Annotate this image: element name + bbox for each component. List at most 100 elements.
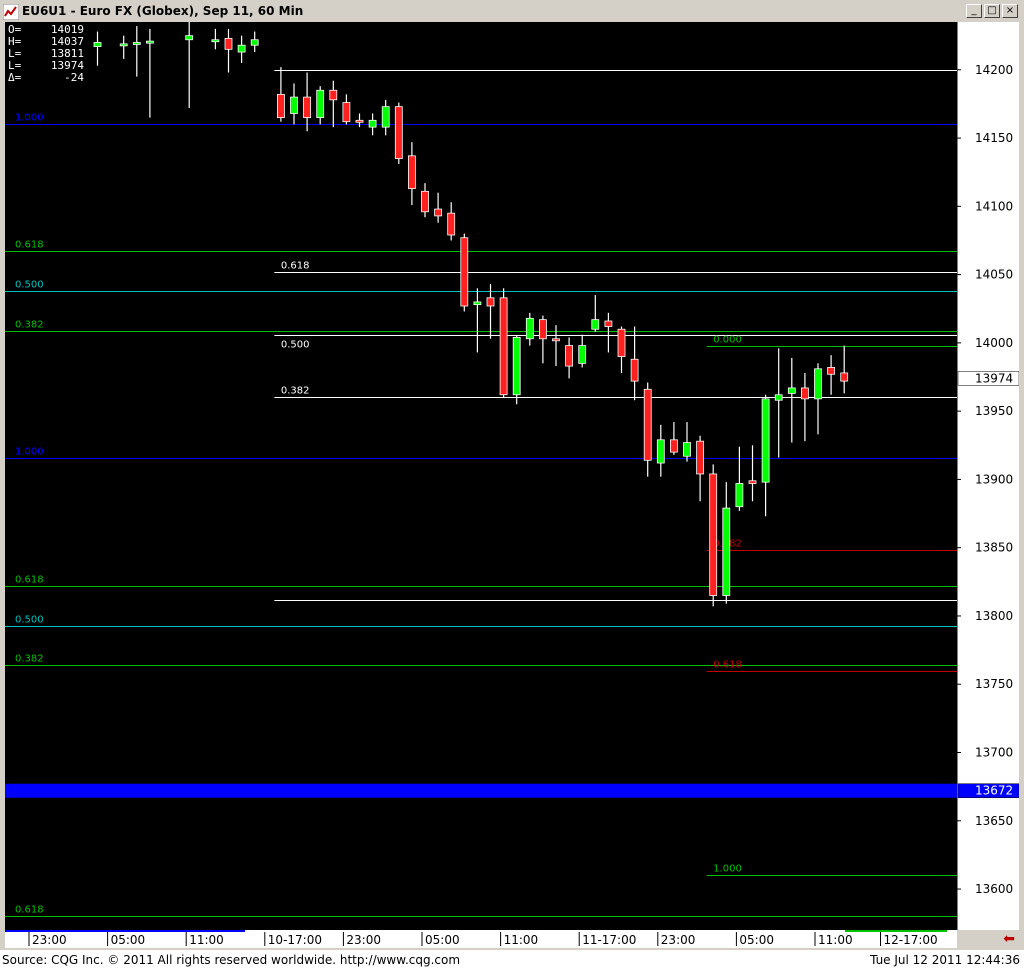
fib-level-label: 0.500 bbox=[281, 340, 310, 351]
time-tick-label: 05:00 bbox=[739, 933, 774, 947]
candle-body bbox=[342, 102, 351, 123]
candle-body bbox=[329, 89, 338, 101]
candle-body bbox=[394, 106, 403, 159]
status-datetime: Tue Jul 12 2011 12:44:36 bbox=[870, 953, 1020, 967]
price-tick-label: 14200 bbox=[975, 63, 1013, 77]
candlestick-chart: 1.000 0.618 0.500 0.382 1.000 0.618 0.500 0.382… bbox=[5, 22, 957, 917]
candle-body bbox=[290, 96, 298, 114]
price-tick-label: 14150 bbox=[975, 131, 1013, 145]
ohlc-row: Δ= -24 bbox=[8, 71, 84, 84]
price-tick-label: 13650 bbox=[975, 814, 1013, 828]
maximize-button[interactable]: □ bbox=[984, 4, 1000, 18]
candle-body bbox=[814, 368, 822, 400]
candle-body bbox=[722, 507, 731, 596]
candle-body bbox=[748, 480, 757, 484]
fib-level-label: 0.382 bbox=[281, 386, 310, 397]
session-bar bbox=[545, 930, 845, 932]
candle-body bbox=[591, 319, 600, 330]
time-tick-label: 12-17:00 bbox=[884, 933, 938, 947]
axis-corner: ⬅ bbox=[957, 930, 1019, 948]
candle-body bbox=[211, 39, 220, 43]
candle-body bbox=[840, 372, 849, 382]
candle-body bbox=[93, 42, 102, 47]
candle-body bbox=[696, 440, 704, 475]
candle-body bbox=[604, 320, 613, 327]
session-bar bbox=[845, 930, 947, 932]
candle-body bbox=[761, 398, 770, 483]
price-marker-band bbox=[5, 783, 957, 798]
time-axis[interactable]: 23:00 05:00 11:00 10-17:00 23:00 05:00 11:00 11… bbox=[5, 930, 957, 948]
price-tick-label: 13750 bbox=[975, 677, 1013, 691]
candle-body bbox=[237, 44, 246, 53]
chart-plot-area[interactable]: 1.000 0.618 0.500 0.382 1.000 0.618 0.500 0.382… bbox=[5, 22, 957, 930]
candle-body bbox=[434, 208, 443, 217]
time-tick-label: 05:00 bbox=[111, 933, 146, 947]
fib-level-label: 0.382 bbox=[15, 654, 44, 665]
candle-body bbox=[473, 301, 482, 306]
candle-body bbox=[447, 212, 456, 236]
candle-body bbox=[539, 319, 547, 340]
time-tick-label: 10-17:00 bbox=[268, 933, 322, 947]
fib-level-label: 0.618 bbox=[281, 261, 310, 272]
candle-body bbox=[630, 358, 639, 382]
candle-body bbox=[250, 39, 259, 46]
fib-level-label: 0.000 bbox=[713, 335, 742, 346]
source-credit: Source: CQG Inc. © 2011 All rights reser… bbox=[2, 953, 461, 967]
candle-body bbox=[499, 297, 508, 396]
time-tick-label: 11-17:00 bbox=[582, 933, 636, 947]
time-tick-label: 05:00 bbox=[425, 933, 460, 947]
candle-body bbox=[355, 119, 364, 123]
candle-body bbox=[578, 345, 587, 364]
window-titlebar: EU6U1 - Euro FX (Globex), Sep 11, 60 Min… bbox=[0, 0, 1024, 22]
cqg-app-icon bbox=[3, 4, 19, 20]
candle-body bbox=[276, 93, 285, 118]
candle-body bbox=[787, 387, 796, 394]
fib-level-label: 0.618 bbox=[15, 905, 44, 916]
price-tick-label: 14100 bbox=[975, 199, 1013, 213]
fib-level-label: 1.000 bbox=[713, 864, 742, 875]
fib-level-label: 0.500 bbox=[15, 280, 44, 291]
candle-body bbox=[670, 439, 678, 453]
price-tick-label: 13900 bbox=[975, 472, 1013, 486]
candle-body bbox=[709, 473, 718, 596]
price-flag-label: 13672 bbox=[975, 784, 1013, 798]
candle-body bbox=[421, 190, 429, 213]
price-tick-label: 13850 bbox=[975, 541, 1013, 555]
fib-level-label: 0.500 bbox=[15, 615, 44, 626]
candle-body bbox=[565, 345, 573, 367]
fib-level-label: 0.618 bbox=[15, 575, 44, 586]
candle-body bbox=[224, 37, 233, 50]
candle-body bbox=[460, 237, 469, 307]
candle-body bbox=[656, 439, 665, 464]
candle-body bbox=[827, 367, 835, 375]
close-button[interactable]: × bbox=[1002, 4, 1018, 18]
price-tick-label: 13600 bbox=[975, 882, 1013, 896]
candle-body bbox=[735, 483, 744, 508]
time-axis-labels: 23:00 05:00 11:00 10-17:00 23:00 05:00 11:00 11… bbox=[5, 930, 947, 947]
session-bar bbox=[5, 930, 245, 932]
candle-body bbox=[486, 297, 495, 307]
price-scale[interactable]: 14200 14150 14100 14050 14000 13950 13900 13850… bbox=[957, 22, 1019, 930]
fib-level-label: 1.000 bbox=[15, 447, 44, 458]
candle-body bbox=[525, 317, 534, 340]
price-tick-label: 14050 bbox=[975, 268, 1013, 282]
candle-body bbox=[512, 337, 521, 396]
price-tick-label: 13950 bbox=[975, 404, 1013, 418]
candle-body bbox=[552, 338, 560, 342]
fib-level-label: 0.618 bbox=[15, 240, 44, 251]
candle-body bbox=[774, 394, 783, 401]
status-bar: Source: CQG Inc. © 2011 All rights reser… bbox=[0, 950, 1024, 969]
fib-level-label: 0.382 bbox=[15, 320, 44, 331]
candle-body bbox=[132, 42, 141, 45]
scroll-left-arrow-icon[interactable]: ⬅ bbox=[1003, 931, 1015, 947]
candle-body bbox=[617, 328, 626, 357]
price-tick-label: 14000 bbox=[975, 336, 1013, 350]
candle-body bbox=[145, 40, 154, 44]
minimize-button[interactable]: _ bbox=[966, 4, 982, 18]
time-tick-label: 11:00 bbox=[504, 933, 539, 947]
candle-body bbox=[119, 43, 128, 47]
candle-body bbox=[407, 155, 416, 189]
ohlc-readout: O= 14019 H= 14037 L= 13811 L= 13974 Δ= -24 bbox=[8, 24, 84, 84]
price-scale-axis: 14200 14150 14100 14050 14000 13950 13900 13850… bbox=[957, 22, 1019, 930]
candle-body bbox=[643, 388, 652, 461]
